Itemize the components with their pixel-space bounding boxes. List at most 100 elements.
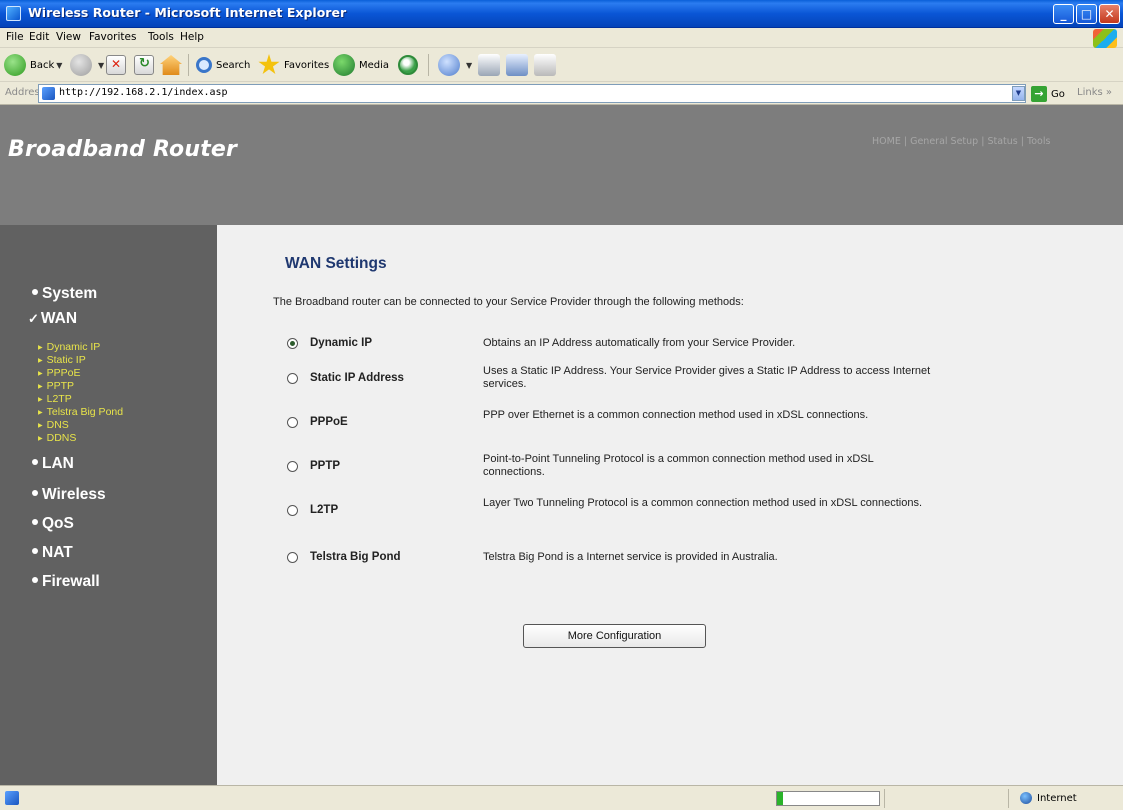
sidebar-subitem-ddns[interactable]: ▶ DDNS <box>38 432 76 444</box>
menu-help[interactable]: Help <box>180 31 204 43</box>
menu-tools[interactable]: Tools <box>148 31 174 43</box>
media-icon <box>333 54 355 76</box>
sidebar-item-qos[interactable]: QoS <box>32 515 74 533</box>
option-label: PPTP <box>310 460 341 472</box>
messenger-button[interactable] <box>534 52 560 78</box>
option-pptp[interactable]: PPTP <box>287 460 340 472</box>
sidebar-item-label: NAT <box>42 544 73 561</box>
bullet-icon <box>32 288 38 295</box>
menu-edit[interactable]: Edit <box>29 31 49 43</box>
links-button[interactable]: Links » <box>1077 87 1112 98</box>
page-title: WAN Settings <box>285 255 387 272</box>
sidebar: System ✓ WAN ▶ Dynamic IP ▶ Static IP ▶ PPPo… <box>0 225 217 785</box>
stop-button[interactable] <box>106 52 130 78</box>
option-pppoe[interactable]: PPPoE <box>287 416 348 428</box>
media-label: Media <box>359 59 390 71</box>
intro-text: The Broadband router can be connected to… <box>273 296 744 308</box>
option-label: Static IP Address <box>310 372 404 384</box>
option-description: Layer Two Tunneling Protocol is a common… <box>483 497 923 509</box>
go-button[interactable]: → Go <box>1031 86 1065 102</box>
option-description: Obtains an IP Address automatically from… <box>483 337 796 349</box>
close-button[interactable]: ✕ <box>1099 4 1120 24</box>
triangle-right-icon: ▶ <box>38 396 43 403</box>
menu-view[interactable]: View <box>56 31 81 43</box>
nav-home[interactable]: HOME <box>872 136 901 147</box>
search-button[interactable]: Search <box>196 52 250 78</box>
triangle-right-icon: ▶ <box>38 357 43 364</box>
menu-favorites[interactable]: Favorites <box>89 31 136 43</box>
bullet-icon <box>32 547 38 554</box>
menu-file[interactable]: File <box>6 31 24 43</box>
option-label: Telstra Big Pond <box>310 551 401 563</box>
mail-icon <box>438 54 460 76</box>
triangle-right-icon: ▶ <box>38 435 43 442</box>
sidebar-item-nat[interactable]: NAT <box>32 544 73 562</box>
brand-title: Broadband Router <box>8 137 238 162</box>
sidebar-item-firewall[interactable]: Firewall <box>32 573 100 591</box>
progress-fill <box>777 792 784 805</box>
refresh-button[interactable] <box>134 52 158 78</box>
bullet-icon <box>32 458 38 465</box>
chevron-down-icon[interactable]: ▼ <box>56 61 62 70</box>
option-label: PPPoE <box>310 416 348 428</box>
search-icon <box>196 57 212 73</box>
option-static-ip[interactable]: Static IP Address <box>287 372 404 384</box>
option-dynamic-ip[interactable]: Dynamic IP <box>287 337 372 349</box>
ie-window-icon[interactable] <box>6 6 21 21</box>
sidebar-subitem-l2tp[interactable]: ▶ L2TP <box>38 393 72 405</box>
more-configuration-button[interactable]: More Configuration <box>523 624 706 648</box>
maximize-button[interactable]: □ <box>1076 4 1097 24</box>
nav-status[interactable]: Status <box>987 136 1017 147</box>
security-zone: Internet <box>1020 792 1077 804</box>
refresh-icon <box>134 55 154 75</box>
mail-button[interactable]: ▼ <box>438 52 472 78</box>
nav-tools[interactable]: Tools <box>1027 136 1050 147</box>
sidebar-item-system[interactable]: System <box>32 285 97 303</box>
option-l2tp[interactable]: L2TP <box>287 504 338 516</box>
radio-pptp[interactable] <box>287 460 298 472</box>
address-dropdown-icon[interactable]: ▼ <box>1012 86 1025 101</box>
triangle-right-icon: ▶ <box>38 422 43 429</box>
home-icon <box>160 55 182 75</box>
sidebar-item-wireless[interactable]: Wireless <box>32 486 106 504</box>
back-button[interactable]: Back ▼ <box>4 52 62 78</box>
sidebar-subitem-pptp[interactable]: ▶ PPTP <box>38 380 74 392</box>
triangle-right-icon: ▶ <box>38 383 43 390</box>
option-description: PPP over Ethernet is a common connection… <box>483 409 869 421</box>
radio-static-ip[interactable] <box>287 372 298 384</box>
history-button[interactable] <box>398 52 422 78</box>
chevron-down-icon[interactable]: ▼ <box>98 61 104 70</box>
forward-button[interactable]: ▼ <box>70 52 104 78</box>
title-bar: Wireless Router - Microsoft Internet Exp… <box>0 0 1123 28</box>
checkmark-icon: ✓ <box>28 311 39 326</box>
nav-general-setup[interactable]: General Setup <box>910 136 978 147</box>
sidebar-subitem-label: L2TP <box>46 393 72 405</box>
sidebar-subitem-static-ip[interactable]: ▶ Static IP <box>38 354 86 366</box>
home-button[interactable] <box>160 52 186 78</box>
search-label: Search <box>216 59 251 71</box>
sidebar-item-wan[interactable]: ✓ WAN <box>28 310 77 328</box>
sidebar-subitem-pppoe[interactable]: ▶ PPPoE <box>38 367 80 379</box>
print-button[interactable] <box>478 52 504 78</box>
sidebar-subitem-label: PPPoE <box>46 367 81 379</box>
sidebar-subitem-dns[interactable]: ▶ DNS <box>38 419 69 431</box>
radio-l2tp[interactable] <box>287 504 298 516</box>
minimize-button[interactable]: _ <box>1053 4 1074 24</box>
media-button[interactable]: Media <box>333 52 389 78</box>
chevron-down-icon[interactable]: ▼ <box>466 61 472 70</box>
favorites-button[interactable]: Favorites <box>258 52 329 78</box>
option-description: Telstra Big Pond is a Internet service i… <box>483 551 778 563</box>
forward-arrow-icon <box>70 54 92 76</box>
page-icon <box>42 87 55 100</box>
sidebar-subitem-dynamic-ip[interactable]: ▶ Dynamic IP <box>38 341 100 353</box>
sidebar-subitem-telstra[interactable]: ▶ Telstra Big Pond <box>38 406 123 418</box>
back-label: Back <box>30 59 55 71</box>
radio-dynamic-ip[interactable] <box>287 337 298 349</box>
url-input[interactable]: http://192.168.2.1/index.asp <box>38 84 1026 103</box>
sidebar-item-label: LAN <box>42 455 74 472</box>
edit-button[interactable] <box>506 52 532 78</box>
sidebar-item-lan[interactable]: LAN <box>32 455 74 473</box>
option-telstra[interactable]: Telstra Big Pond <box>287 551 401 563</box>
radio-pppoe[interactable] <box>287 416 298 428</box>
radio-telstra[interactable] <box>287 551 298 563</box>
